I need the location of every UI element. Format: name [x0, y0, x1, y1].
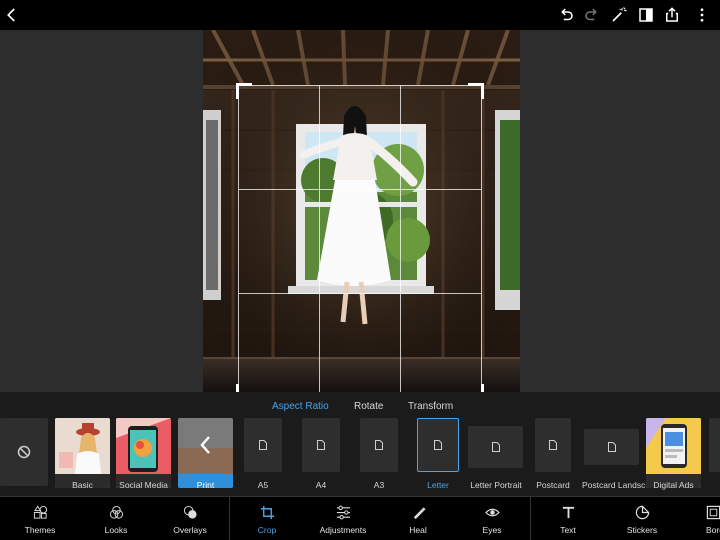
magic-wand-icon[interactable]: [607, 3, 631, 27]
crop-handle-top-left[interactable]: [236, 83, 252, 99]
tool-stickers[interactable]: Stickers: [620, 497, 664, 540]
tool-label: Text: [560, 525, 576, 535]
heal-icon: [413, 507, 426, 520]
overlays-icon: [183, 505, 197, 519]
preset-basic[interactable]: [55, 418, 110, 488]
preset-label: Digital Ads: [653, 480, 694, 490]
document-icon: [607, 442, 616, 452]
crop-border: [481, 85, 482, 398]
crop-border: [238, 85, 482, 86]
tool-themes[interactable]: Themes: [18, 497, 62, 540]
aspect-ratio-presets: Basic Social Media Print A5 A4 A3 Letter…: [0, 418, 720, 494]
preset-label: Postcard Landsc: [582, 480, 646, 490]
crop-handle-top-right[interactable]: [468, 83, 484, 99]
tool-borders[interactable]: Bord: [700, 497, 720, 540]
preset-digital-ads[interactable]: [646, 418, 701, 488]
tool-label: Themes: [24, 525, 56, 535]
crop-grid-line: [319, 85, 320, 398]
document-icon: [259, 440, 267, 450]
text-icon: [562, 506, 574, 519]
crop-grid-line: [238, 293, 482, 294]
tab-transform[interactable]: Transform: [408, 401, 453, 412]
compare-icon[interactable]: [634, 3, 658, 27]
document-icon: [491, 442, 500, 452]
preset-label: A3: [373, 480, 385, 490]
crop-border: [238, 85, 239, 398]
tool-label: Looks: [104, 525, 128, 535]
tool-label: Crop: [257, 525, 277, 535]
preset-a5[interactable]: [244, 418, 282, 472]
preset-none[interactable]: [0, 418, 48, 486]
preset-label: Basic: [72, 480, 93, 490]
stickers-icon: [635, 505, 649, 520]
looks-icon: [109, 505, 123, 519]
crop-icon: [260, 505, 274, 520]
document-icon: [549, 440, 557, 450]
image-canvas[interactable]: [0, 30, 720, 400]
tool-adjustments[interactable]: Adjustments: [318, 497, 368, 540]
adjustments-icon: [336, 505, 350, 520]
tab-rotate[interactable]: Rotate: [354, 401, 383, 412]
toolbar-divider: [229, 497, 230, 540]
tool-eyes[interactable]: Eyes: [470, 497, 514, 540]
tool-label: Adjustments: [319, 525, 367, 535]
crop-frame[interactable]: [236, 83, 484, 400]
crop-tabs: Aspect Ratio Rotate Transform: [0, 392, 720, 418]
back-chevron-icon[interactable]: [0, 3, 24, 27]
preset-a4[interactable]: [302, 418, 340, 472]
preset-label: Social Media: [119, 480, 168, 490]
document-icon: [375, 440, 383, 450]
tool-looks[interactable]: Looks: [94, 497, 138, 540]
tool-heal[interactable]: Heal: [396, 497, 440, 540]
redo-icon[interactable]: [580, 3, 604, 27]
eye-icon: [484, 508, 500, 517]
tab-aspect-ratio[interactable]: Aspect Ratio: [272, 401, 329, 412]
tool-crop[interactable]: Crop: [245, 497, 289, 540]
more-icon[interactable]: [690, 3, 714, 27]
tool-label: Heal: [409, 525, 427, 535]
document-icon: [317, 440, 325, 450]
preset-a3[interactable]: [360, 418, 398, 472]
top-bar: [0, 0, 720, 30]
preset-label: Postcard: [536, 480, 570, 490]
tool-label: Eyes: [482, 525, 502, 535]
preset-postcard-landscape[interactable]: [584, 429, 639, 465]
preset-letter-portrait[interactable]: [468, 426, 523, 468]
tool-label: Overlays: [173, 525, 207, 535]
preset-label: A5: [257, 480, 269, 490]
tool-label: Bord: [706, 525, 720, 535]
preset-postcard[interactable]: [535, 418, 571, 472]
document-icon: [434, 440, 442, 450]
borders-icon: [706, 505, 720, 520]
preset-label: A4: [315, 480, 327, 490]
preset-letter[interactable]: [417, 418, 459, 472]
preset-print[interactable]: [178, 418, 233, 488]
print-thumbnail: [178, 418, 233, 474]
preset-label: Letter: [427, 480, 449, 490]
basic-thumbnail: [55, 418, 110, 474]
toolbar-divider: [530, 497, 531, 540]
social-media-thumbnail: [116, 418, 171, 474]
tool-overlays[interactable]: Overlays: [168, 497, 212, 540]
bottom-toolbar: Themes Looks Overlays Crop Adjustments H…: [0, 496, 720, 540]
crop-grid-line: [400, 85, 401, 398]
preset-label: Print: [196, 480, 215, 490]
no-ratio-icon: [17, 445, 31, 459]
preset-social-media[interactable]: [116, 418, 171, 488]
tool-label: Stickers: [626, 525, 658, 535]
crop-grid-line: [238, 189, 482, 190]
share-icon[interactable]: [660, 3, 684, 27]
themes-icon: [33, 505, 47, 519]
preset-next-partial[interactable]: [709, 418, 720, 472]
undo-icon[interactable]: [554, 3, 578, 27]
preset-label: Letter Portrait: [470, 480, 522, 490]
digital-ads-thumbnail: [646, 418, 701, 474]
tool-text[interactable]: Text: [546, 497, 590, 540]
